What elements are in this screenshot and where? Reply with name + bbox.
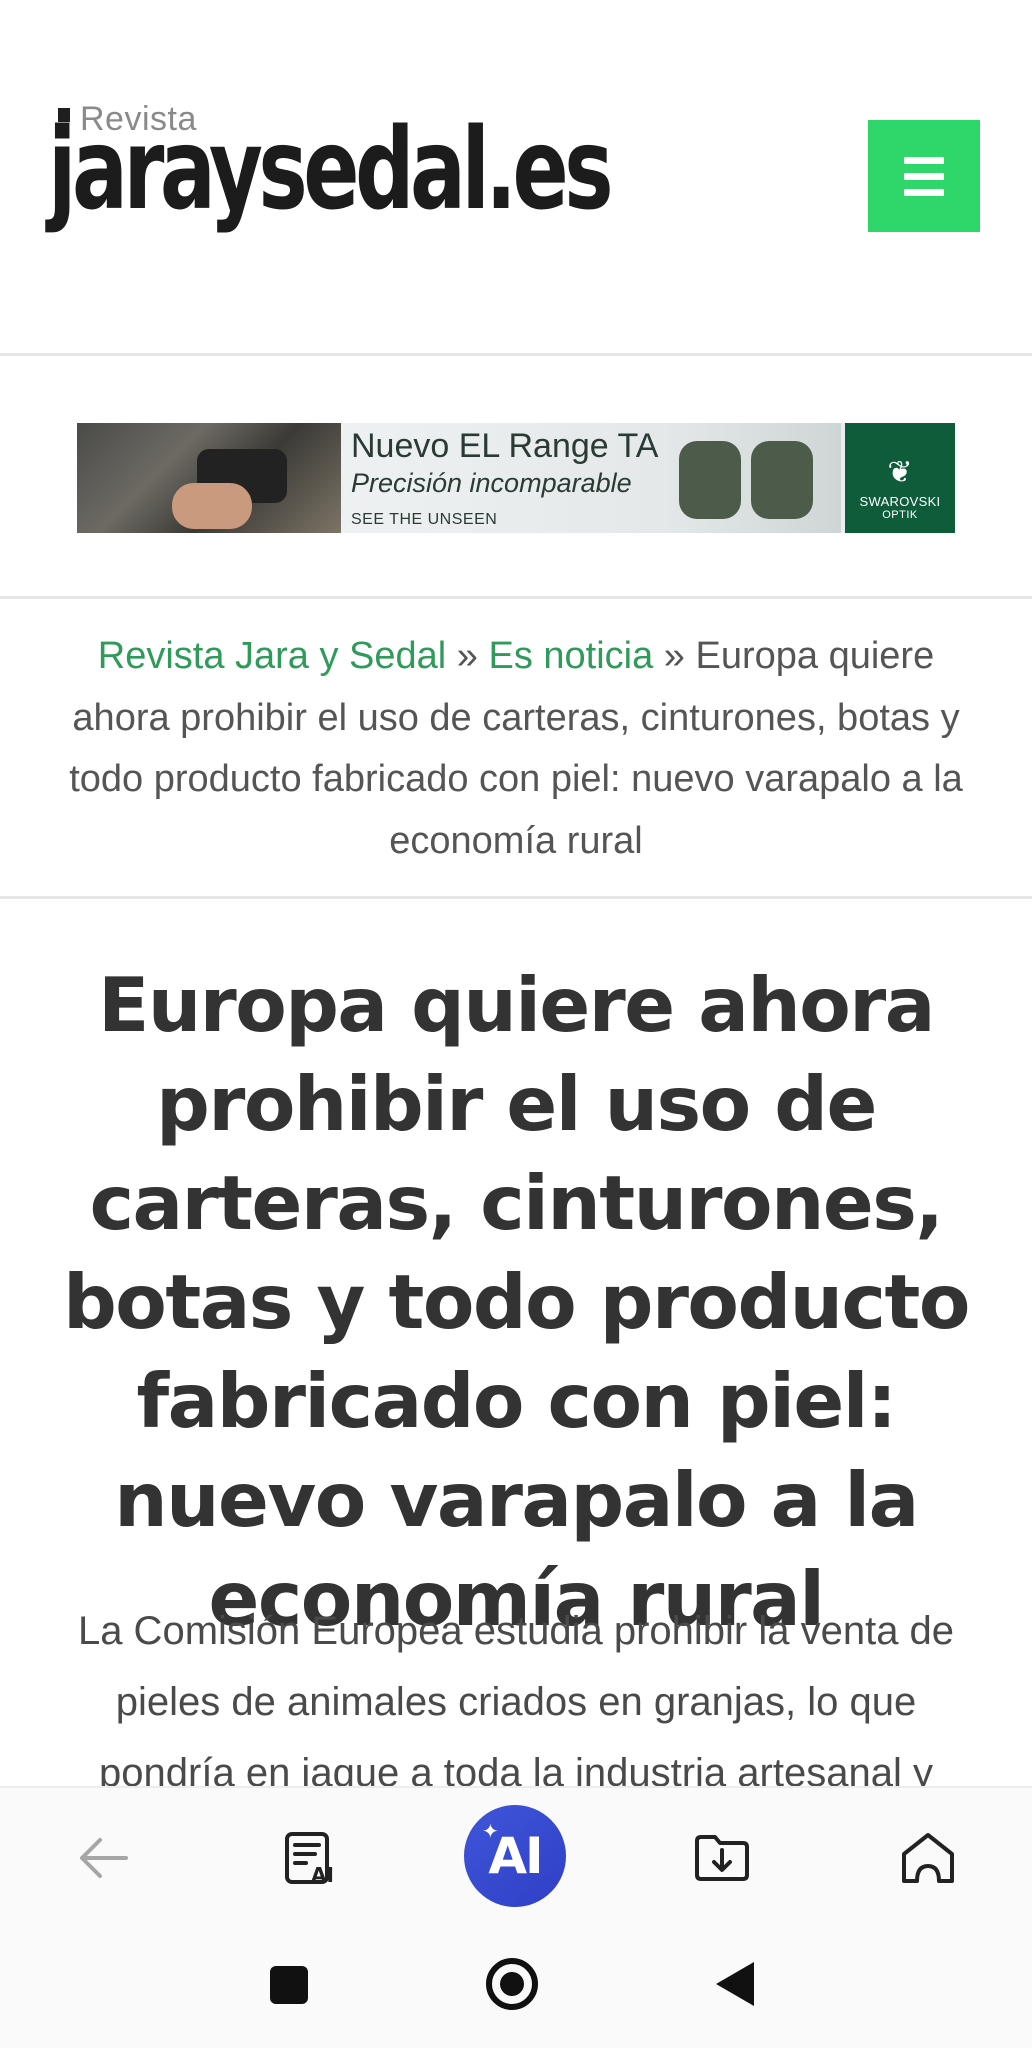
breadcrumb-home-link[interactable]: Revista Jara y Sedal bbox=[98, 635, 447, 677]
home-icon bbox=[902, 1833, 954, 1883]
breadcrumb: Revista Jara y Sedal » Es noticia » Euro… bbox=[56, 626, 976, 872]
ad-tagline: SEE THE UNSEEN bbox=[351, 511, 498, 528]
ad-copy: Nuevo EL Range TA Precisión incomparable… bbox=[341, 423, 661, 533]
site-logo[interactable]: Revista jaraysedal.es bbox=[48, 100, 614, 250]
menu-button[interactable] bbox=[868, 120, 980, 232]
swan-logo-icon: ❦ bbox=[887, 456, 913, 489]
ad-banner[interactable]: Nuevo EL Range TA Precisión incomparable… bbox=[77, 423, 955, 533]
square-recents-icon[interactable] bbox=[270, 1966, 308, 2004]
ai-assistant-button[interactable]: ✦ AI bbox=[464, 1805, 566, 1907]
breadcrumb-section-link[interactable]: Es noticia bbox=[489, 635, 654, 677]
binocular-barrel-left bbox=[679, 441, 741, 519]
system-nav-bar bbox=[0, 1922, 1032, 2048]
folder-download-icon bbox=[695, 1835, 749, 1881]
article-title: Europa quiere ahora prohibir el uso de c… bbox=[63, 961, 970, 1643]
site-header: Revista jaraysedal.es bbox=[0, 0, 1032, 356]
binocular-barrel-right bbox=[751, 441, 813, 519]
browser-toolbar: AI ✦ AI bbox=[0, 1786, 1032, 1922]
ad-subtitle: Precisión incomparable bbox=[351, 468, 632, 498]
home-button[interactable] bbox=[878, 1808, 978, 1908]
breadcrumb-separator: » bbox=[653, 635, 696, 677]
hamburger-menu-icon bbox=[904, 156, 944, 164]
ad-binoculars-product bbox=[661, 423, 841, 533]
breadcrumb-separator: » bbox=[446, 635, 489, 677]
circle-home-icon[interactable] bbox=[486, 1958, 538, 2010]
hamburger-line bbox=[904, 172, 944, 180]
hamburger-line bbox=[904, 188, 944, 196]
ad-brand-sub: OPTIK bbox=[882, 509, 918, 521]
divider bbox=[0, 896, 1032, 899]
triangle-back-icon[interactable] bbox=[716, 1962, 754, 2006]
article-lead: La Comisión Europea estudia prohibir la … bbox=[77, 1609, 955, 1786]
hand-graphic bbox=[172, 483, 252, 529]
logo-wordmark: jaraysedal.es bbox=[48, 105, 614, 235]
downloads-button[interactable] bbox=[672, 1808, 772, 1908]
ad-brand-name: SWAROVSKI bbox=[859, 494, 941, 509]
ai-reader-icon: AI bbox=[285, 1832, 334, 1886]
sparkle-icon: ✦ bbox=[482, 1821, 499, 1843]
ad-brand-block: ❦ SWAROVSKI OPTIK bbox=[845, 423, 955, 533]
ad-zone: Nuevo EL Range TA Precisión incomparable… bbox=[0, 359, 1032, 599]
svg-text:AI: AI bbox=[311, 1863, 334, 1886]
ai-reader-button[interactable]: AI bbox=[260, 1808, 360, 1908]
ad-hunter-photo bbox=[77, 423, 341, 533]
back-button[interactable] bbox=[52, 1808, 152, 1908]
ad-title: Nuevo EL Range TA bbox=[351, 427, 659, 465]
arrow-left-icon bbox=[80, 1838, 128, 1878]
